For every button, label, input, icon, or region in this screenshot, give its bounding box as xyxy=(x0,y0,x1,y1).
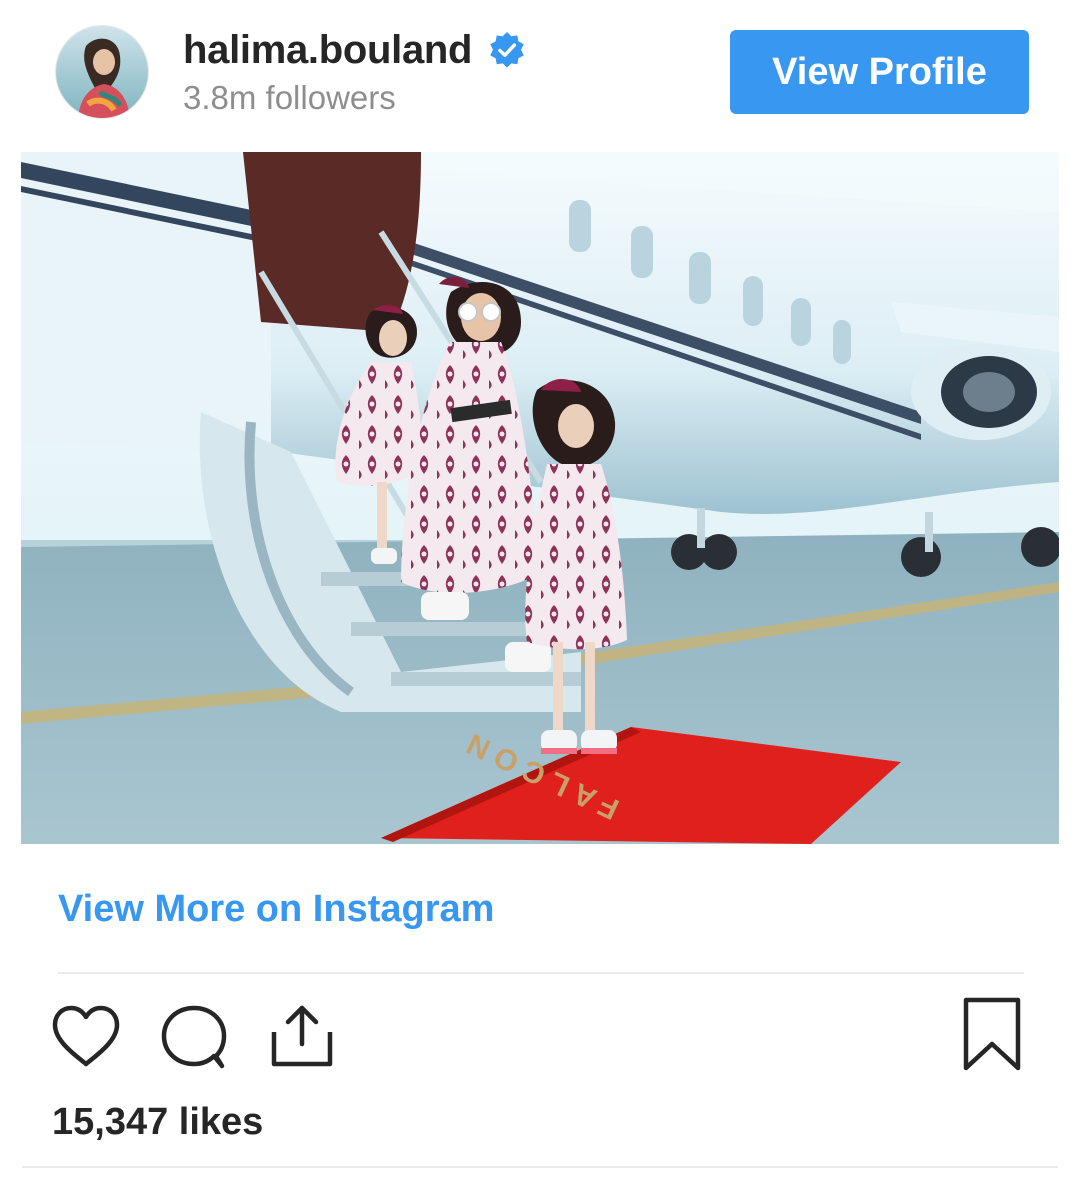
follower-count: 3.8m followers xyxy=(183,79,396,116)
verified-badge-icon xyxy=(488,31,526,69)
share-icon[interactable] xyxy=(268,1002,336,1075)
view-more-on-instagram-link[interactable]: View More on Instagram xyxy=(58,886,494,932)
divider xyxy=(58,972,1024,974)
avatar[interactable] xyxy=(56,26,148,118)
heart-icon[interactable] xyxy=(50,1004,122,1073)
like-count: 15,347 likes xyxy=(52,1101,264,1143)
post-header: halima.bouland 3.8m followers View Profi… xyxy=(0,0,1080,150)
post-photo[interactable]: FALCON xyxy=(21,152,1059,844)
bottom-divider xyxy=(22,1166,1058,1168)
comment-icon[interactable] xyxy=(158,1004,230,1077)
bookmark-icon[interactable] xyxy=(960,996,1024,1077)
username[interactable]: halima.bouland xyxy=(183,28,472,72)
view-profile-button[interactable]: View Profile xyxy=(730,30,1029,114)
